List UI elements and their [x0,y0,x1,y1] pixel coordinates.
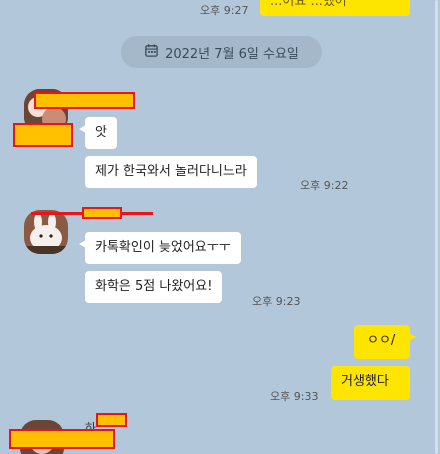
date-divider: 2022년 7월 6일 수요일 [121,36,322,68]
message-text: 카톡확인이 늦었어요ㅜㅜ [95,240,231,255]
redacted-avatar-overlay [9,429,115,449]
message-time: 오후 9:22 [300,179,349,192]
scrollbar[interactable] [435,0,438,454]
incoming-message[interactable]: 제가 한국와서 놀러다니느라 [85,156,257,188]
incoming-message[interactable]: 카톡확인이 늦었어요ㅜㅜ [79,232,241,264]
outgoing-message[interactable]: 거생했다 [331,366,410,400]
redacted-avatar-overlay [13,123,73,147]
message-text: 화학은 5점 나왔어요! [95,279,213,294]
incoming-message[interactable]: 화학은 5점 나왔어요! [85,271,223,303]
message-text: ㅇㅇ/ [367,333,396,348]
outgoing-message[interactable]: ㅇㅇ/ [354,325,416,359]
message-text: 앗 [95,125,107,140]
redacted-sender-name [34,92,135,109]
message-time: 오후 9:27 [200,4,249,17]
message-time: 오후 9:33 [270,390,319,403]
message-text: ...어요 ...했어 [270,0,347,9]
message-time: 오후 9:23 [252,295,301,308]
date-label: 2022년 7월 6일 수요일 [165,46,299,62]
redacted-sender-name [82,207,122,219]
chat-area: 오후 9:27 ...어요 ...했어 2022년 7월 6일 수요일 앗 제가… [0,0,440,454]
message-text: 제가 한국와서 놀러다니느라 [95,164,247,179]
incoming-message[interactable]: 앗 [79,117,117,149]
redacted-sender-name [96,413,127,427]
message-text: 거생했다 [341,374,389,389]
calendar-icon [144,43,159,62]
outgoing-message[interactable]: ...어요 ...했어 [260,0,410,16]
avatar[interactable] [24,210,68,254]
